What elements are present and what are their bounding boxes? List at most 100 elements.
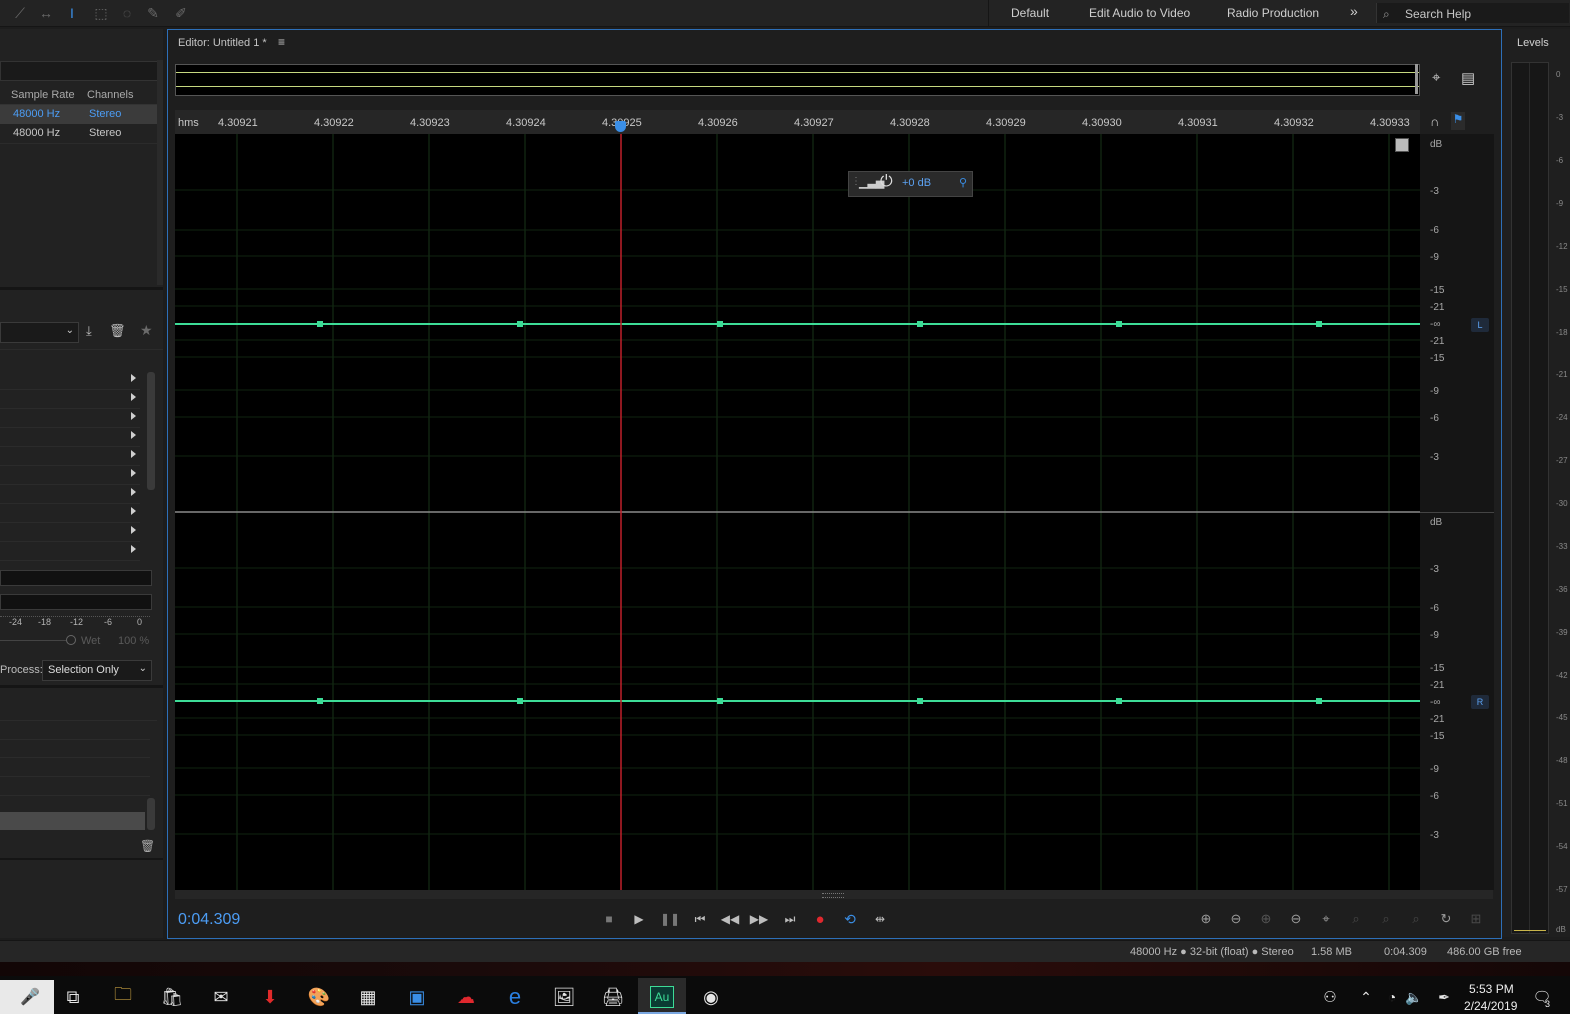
skip-selection-icon[interactable]: ⇹ (869, 909, 891, 929)
razor-tool-icon[interactable]: ⟋ (10, 3, 30, 23)
zoom-out-amplitude-icon[interactable]: ⊖ (1225, 909, 1247, 929)
slip-tool-icon[interactable]: ↔ (36, 3, 56, 23)
sample-point[interactable] (317, 321, 323, 327)
channel-right-toggle[interactable]: R (1471, 695, 1489, 709)
marquee-tool-icon[interactable]: ⬚ (91, 3, 111, 23)
playhead-handle[interactable] (615, 121, 626, 132)
mail-icon[interactable]: ✉ (203, 980, 239, 1014)
sample-point[interactable] (917, 321, 923, 327)
effect-slot-6[interactable] (0, 465, 140, 485)
play-icon[interactable]: ▶ (628, 909, 650, 929)
paint-app-icon[interactable]: 🎨 (301, 980, 337, 1014)
clock-date[interactable]: 2/24/2019 (1464, 999, 1517, 1013)
spot-healing-icon[interactable]: ✐ (171, 3, 191, 23)
effect-slot-8[interactable] (0, 503, 140, 523)
expand-arrow-icon[interactable] (131, 431, 136, 439)
zoom-fit-icon[interactable]: ⊞ (1465, 909, 1487, 929)
expand-arrow-icon[interactable] (131, 545, 136, 553)
more-workspaces-button[interactable]: » (1350, 3, 1358, 19)
zoom-selection-icon[interactable]: ⌕ (1345, 909, 1367, 929)
zoom-to-selection-icon[interactable]: ⌖ (1432, 69, 1440, 86)
file-explorer-icon[interactable]: 🗀 (105, 980, 141, 1014)
go-to-end-icon[interactable]: ⏭ (779, 909, 801, 929)
volume-knob-icon[interactable]: ⏻ (880, 173, 893, 191)
photos-app-icon[interactable]: 🖼 (546, 980, 582, 1014)
expand-arrow-icon[interactable] (131, 374, 136, 382)
edge-browser-icon[interactable]: e (497, 980, 533, 1014)
column-sample-rate[interactable]: Sample Rate (11, 89, 75, 101)
task-view-icon[interactable]: ⧉ (55, 980, 91, 1014)
zoom-out-time-icon[interactable]: ⊖ (1285, 909, 1307, 929)
delete-preset-icon[interactable]: 🗑 (109, 323, 126, 339)
favorite-star-icon[interactable]: ★ (140, 322, 153, 339)
search-help-field[interactable]: ⌕ Search Help (1376, 3, 1569, 23)
sample-point[interactable] (1116, 321, 1122, 327)
effect-slot-3[interactable] (0, 408, 140, 428)
chrome-browser-icon[interactable]: ◉ (693, 980, 729, 1014)
people-icon[interactable]: ⚇ (1312, 980, 1348, 1014)
zoom-out-full-icon[interactable]: ⌖ (1315, 909, 1337, 929)
zoom-corner-icon[interactable] (1395, 138, 1409, 152)
overview-handle[interactable] (1415, 64, 1418, 94)
hud-gain-value[interactable]: +0 dB (902, 177, 931, 189)
zoom-in-amplitude-icon[interactable]: ⊕ (1195, 909, 1217, 929)
expand-arrow-icon[interactable] (131, 393, 136, 401)
file-row[interactable]: 48000 Hz Stereo (0, 124, 157, 144)
process-dropdown[interactable]: Selection Only ⌄ (42, 660, 152, 681)
clock-time[interactable]: 5:53 PM (1469, 982, 1514, 996)
effect-slot-9[interactable] (0, 522, 140, 542)
zoom-in-time-icon[interactable]: ⊕ (1255, 909, 1277, 929)
files-scrollbar[interactable] (157, 60, 163, 285)
sample-point[interactable] (517, 321, 523, 327)
expand-arrow-icon[interactable] (131, 526, 136, 534)
effects-scrollbar[interactable] (147, 372, 155, 490)
wet-slider-track[interactable] (0, 640, 66, 641)
store-icon[interactable]: 🛍 (154, 980, 190, 1014)
preset-dropdown[interactable]: ⌄ (0, 322, 79, 343)
wet-slider-handle[interactable] (66, 635, 76, 645)
control-panel-icon[interactable]: ▣ (399, 980, 435, 1014)
sample-point[interactable] (717, 698, 723, 704)
overview-bar[interactable] (175, 64, 1420, 96)
sample-point[interactable] (517, 698, 523, 704)
pause-icon[interactable]: ❚❚ (659, 909, 681, 929)
time-selection-tool-icon[interactable]: I (62, 3, 82, 23)
workspace-default[interactable]: Default (1011, 6, 1049, 20)
history-item-selected[interactable] (0, 812, 145, 830)
microphone-icon[interactable]: 🎤 (20, 987, 40, 1007)
workspace-radio-production[interactable]: Radio Production (1227, 6, 1319, 20)
sample-point[interactable] (1316, 698, 1322, 704)
cortana-search-box[interactable]: 🎤 (0, 980, 54, 1014)
loop-icon[interactable]: ⟲ (839, 909, 861, 929)
current-time-display[interactable]: 0:04.309 (178, 911, 240, 929)
sample-point[interactable] (917, 698, 923, 704)
stop-icon[interactable]: ■ (598, 909, 620, 929)
expand-arrow-icon[interactable] (131, 488, 136, 496)
level-meter[interactable] (1511, 62, 1549, 934)
record-icon[interactable]: ● (809, 909, 831, 929)
expand-arrow-icon[interactable] (131, 469, 136, 477)
effect-slot-10[interactable] (0, 541, 140, 561)
go-to-start-icon[interactable]: ⏮ (689, 909, 711, 929)
effect-slot-5[interactable] (0, 446, 140, 466)
expand-arrow-icon[interactable] (131, 412, 136, 420)
fast-forward-icon[interactable]: ▶▶ (748, 909, 770, 929)
sample-point[interactable] (317, 698, 323, 704)
sample-point[interactable] (1116, 698, 1122, 704)
brush-tool-icon[interactable]: ✎ (143, 3, 163, 23)
column-channels[interactable]: Channels (87, 89, 133, 101)
effect-slot-7[interactable] (0, 484, 140, 504)
creative-cloud-icon[interactable]: ☁ (448, 980, 484, 1014)
workspace-edit-audio-to-video[interactable]: Edit Audio to Video (1089, 6, 1190, 20)
pin-icon[interactable]: ⚲ (959, 176, 967, 189)
delete-history-icon[interactable]: 🗑 (140, 839, 155, 853)
zoom-right-icon[interactable]: ⌕ (1405, 909, 1427, 929)
expand-arrow-icon[interactable] (131, 450, 136, 458)
effect-slot-4[interactable] (0, 427, 140, 447)
waveform-display[interactable] (175, 134, 1420, 890)
scroll-grip-icon[interactable] (822, 893, 844, 898)
file-row[interactable]: 48000 Hz Stereo (0, 105, 157, 124)
rewind-icon[interactable]: ◀◀ (719, 909, 741, 929)
action-center-icon[interactable]: 🗨 (1524, 980, 1560, 1014)
scanner-app-icon[interactable]: 🖨 (595, 980, 631, 1014)
